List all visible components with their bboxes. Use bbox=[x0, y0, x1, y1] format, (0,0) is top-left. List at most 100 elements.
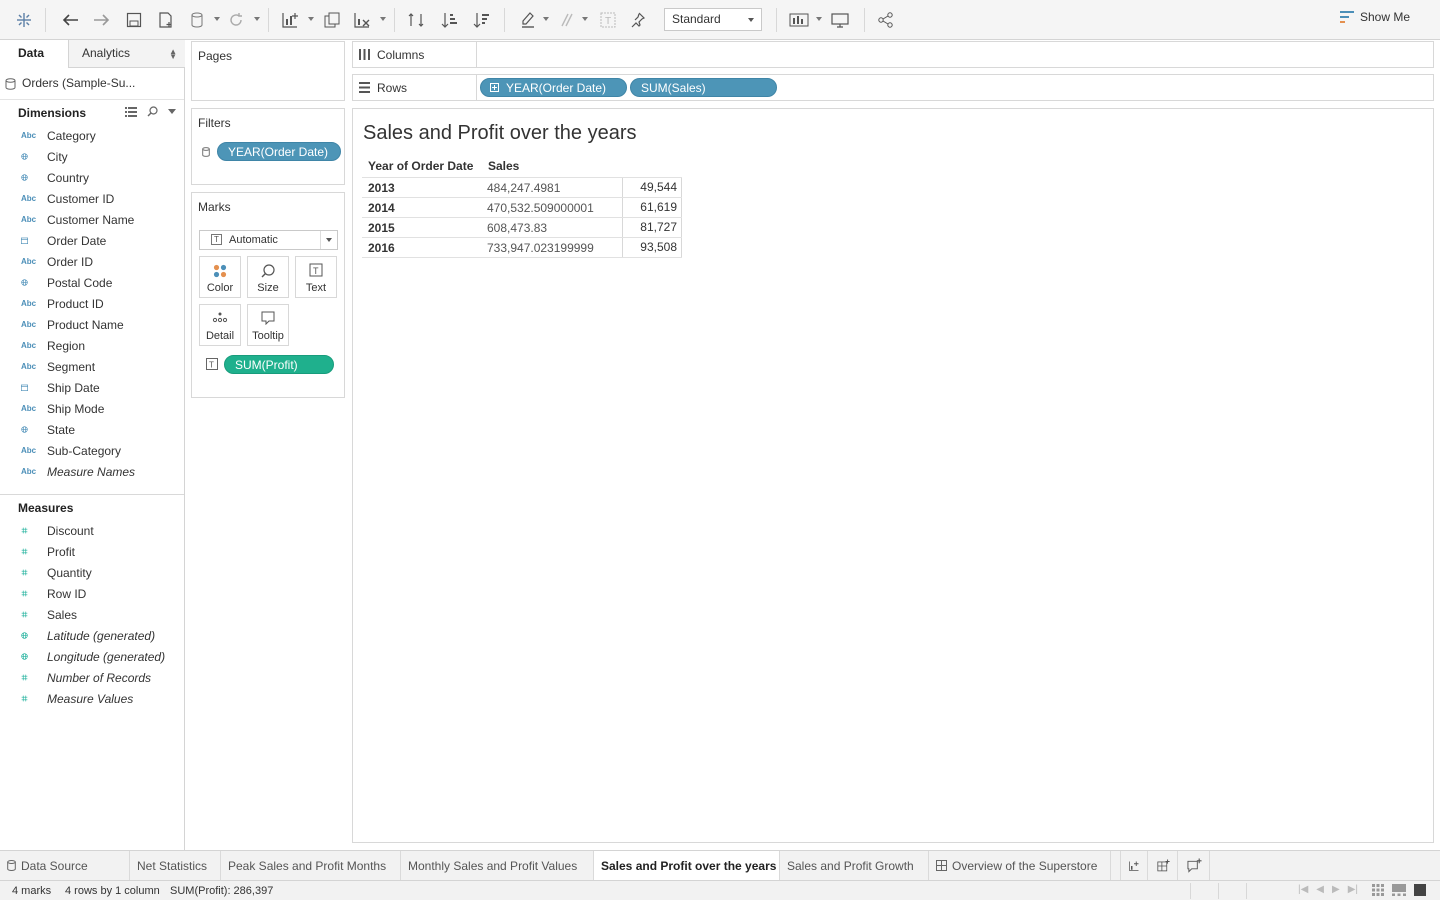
tooltip-label: Tooltip bbox=[252, 330, 284, 342]
column-header-sales[interactable]: Sales bbox=[488, 159, 519, 173]
expand-plus-icon[interactable] bbox=[490, 83, 499, 92]
show-mark-labels-icon[interactable]: T bbox=[596, 8, 620, 32]
first-sheet-icon[interactable]: |◀ bbox=[1298, 884, 1308, 895]
tab-sales-and-profit-over-the-years[interactable]: Sales and Profit over the years bbox=[594, 851, 780, 880]
dimension-item[interactable]: State bbox=[0, 419, 184, 440]
view-list-icon[interactable] bbox=[125, 106, 137, 117]
tab-monthly-sales-and-profit-values[interactable]: Monthly Sales and Profit Values bbox=[401, 851, 594, 880]
column-header-year[interactable]: Year of Order Date bbox=[368, 159, 473, 173]
dimension-item[interactable]: Abc Category bbox=[0, 125, 184, 146]
size-button[interactable]: Size bbox=[247, 256, 289, 298]
measure-item[interactable]: Profit bbox=[0, 541, 184, 562]
new-worksheet-icon[interactable] bbox=[278, 8, 302, 32]
tab-net-statistics[interactable]: Net Statistics bbox=[130, 851, 221, 880]
rows-shelf[interactable]: Rows YEAR(Order Date) SUM(Sales) bbox=[352, 74, 1434, 101]
data-source-item[interactable]: Orders (Sample-Su... bbox=[0, 68, 184, 100]
show-cards-icon[interactable] bbox=[786, 8, 812, 32]
dimension-item[interactable]: Order Date bbox=[0, 230, 184, 251]
search-icon[interactable] bbox=[147, 106, 158, 117]
tabs-view-icon[interactable] bbox=[1414, 884, 1426, 896]
new-datasource-icon[interactable] bbox=[154, 8, 178, 32]
tab-data[interactable]: Data bbox=[0, 40, 68, 68]
table-row[interactable]: 2014 470,532.509000001 61,619 bbox=[362, 197, 682, 218]
dimension-item[interactable]: Abc Order ID bbox=[0, 251, 184, 272]
new-dashboard-tab-button[interactable] bbox=[1150, 851, 1178, 880]
tab-data-source[interactable]: Data Source bbox=[0, 851, 130, 880]
string-type-icon: Abc bbox=[21, 467, 37, 476]
duplicate-sheet-icon[interactable] bbox=[320, 8, 344, 32]
group-members-icon[interactable] bbox=[554, 8, 578, 32]
show-me-button[interactable]: Show Me bbox=[1340, 10, 1410, 24]
tab-sales-and-profit-growth[interactable]: Sales and Profit Growth bbox=[780, 851, 929, 880]
dimension-item[interactable]: Abc Region bbox=[0, 335, 184, 356]
dimension-item[interactable]: Abc Measure Names bbox=[0, 461, 184, 482]
measure-item[interactable]: Measure Values bbox=[0, 688, 184, 709]
tooltip-button[interactable]: Tooltip bbox=[247, 304, 289, 346]
tab-peak-sales-and-profit-months[interactable]: Peak Sales and Profit Months bbox=[221, 851, 401, 880]
pages-card[interactable]: Pages bbox=[191, 41, 345, 101]
columns-shelf[interactable]: Columns bbox=[352, 41, 1434, 68]
save-icon[interactable] bbox=[122, 8, 146, 32]
filmstrip-view-icon[interactable] bbox=[1392, 884, 1406, 896]
measure-item[interactable]: Number of Records bbox=[0, 667, 184, 688]
dimension-item[interactable]: Abc Product Name bbox=[0, 314, 184, 335]
chevron-down-icon[interactable] bbox=[168, 109, 176, 114]
worksheet-view[interactable]: Sales and Profit over the years Year of … bbox=[352, 108, 1434, 843]
sheet-view-modes bbox=[1372, 884, 1426, 896]
dimension-item[interactable]: Abc Sub-Category bbox=[0, 440, 184, 461]
pause-updates-icon[interactable] bbox=[186, 8, 208, 32]
highlight-icon[interactable] bbox=[516, 8, 540, 32]
refresh-icon[interactable] bbox=[224, 8, 248, 32]
dimension-item[interactable]: City bbox=[0, 146, 184, 167]
table-row[interactable]: 2013 484,247.4981 49,544 bbox=[362, 177, 682, 198]
filters-card[interactable]: Filters YEAR(Order Date) bbox=[191, 108, 345, 185]
dimension-item[interactable]: Country bbox=[0, 167, 184, 188]
redo-icon[interactable] bbox=[90, 8, 114, 32]
presentation-mode-icon[interactable] bbox=[828, 8, 852, 32]
measure-item[interactable]: Row ID bbox=[0, 583, 184, 604]
dimension-item[interactable]: Abc Segment bbox=[0, 356, 184, 377]
fix-axes-pin-icon[interactable] bbox=[626, 8, 650, 32]
table-row[interactable]: 2015 608,473.83 81,727 bbox=[362, 217, 682, 238]
measure-item[interactable]: Sales bbox=[0, 604, 184, 625]
last-sheet-icon[interactable]: ▶| bbox=[1348, 884, 1358, 895]
dimension-item[interactable]: Abc Product ID bbox=[0, 293, 184, 314]
measure-item[interactable]: Longitude (generated) bbox=[0, 646, 184, 667]
undo-icon[interactable] bbox=[58, 8, 82, 32]
measure-item[interactable]: Quantity bbox=[0, 562, 184, 583]
measure-item[interactable]: Discount bbox=[0, 520, 184, 541]
swap-rows-columns-icon[interactable] bbox=[404, 8, 428, 32]
grid-view-icon[interactable] bbox=[1372, 884, 1384, 896]
mark-type-select[interactable]: T Automatic bbox=[199, 230, 338, 250]
rows-pill-sum-sales[interactable]: SUM(Sales) bbox=[630, 78, 777, 97]
new-story-tab-button[interactable] bbox=[1180, 851, 1210, 880]
tab-analytics[interactable]: Analytics ▲ ▼ bbox=[68, 40, 185, 68]
share-icon[interactable] bbox=[874, 8, 898, 32]
color-button[interactable]: Color bbox=[199, 256, 241, 298]
string-type-icon: Abc bbox=[21, 320, 37, 329]
dimension-item[interactable]: Abc Customer Name bbox=[0, 209, 184, 230]
rows-pill-year-order-date[interactable]: YEAR(Order Date) bbox=[480, 78, 627, 97]
string-type-icon: Abc bbox=[21, 131, 37, 140]
dimension-name: Region bbox=[47, 338, 86, 353]
sort-descending-icon[interactable] bbox=[470, 8, 494, 32]
new-worksheet-tab-button[interactable] bbox=[1120, 851, 1148, 880]
sort-ascending-icon[interactable] bbox=[438, 8, 462, 32]
previous-sheet-icon[interactable]: ◀ bbox=[1316, 884, 1324, 895]
table-row[interactable]: 2016 733,947.023199999 93,508 bbox=[362, 237, 682, 258]
detail-button[interactable]: Detail bbox=[199, 304, 241, 346]
dimension-item[interactable]: Ship Date bbox=[0, 377, 184, 398]
text-button[interactable]: T Text bbox=[295, 256, 337, 298]
tab-overview-of-the-superstore[interactable]: Overview of the Superstore bbox=[929, 851, 1111, 880]
clear-sheet-icon[interactable] bbox=[350, 8, 374, 32]
measure-item[interactable]: Latitude (generated) bbox=[0, 625, 184, 646]
status-bar: 4 marks 4 rows by 1 column SUM(Profit): … bbox=[0, 880, 1440, 900]
view-size-select[interactable]: Standard bbox=[664, 8, 762, 31]
dimension-item[interactable]: Abc Customer ID bbox=[0, 188, 184, 209]
marks-pill-sum-profit[interactable]: SUM(Profit) bbox=[224, 355, 334, 374]
tableau-logo-icon[interactable] bbox=[14, 8, 34, 32]
next-sheet-icon[interactable]: ▶ bbox=[1332, 884, 1340, 895]
dimension-item[interactable]: Abc Ship Mode bbox=[0, 398, 184, 419]
filter-pill-year-order-date[interactable]: YEAR(Order Date) bbox=[217, 142, 341, 161]
dimension-item[interactable]: Postal Code bbox=[0, 272, 184, 293]
